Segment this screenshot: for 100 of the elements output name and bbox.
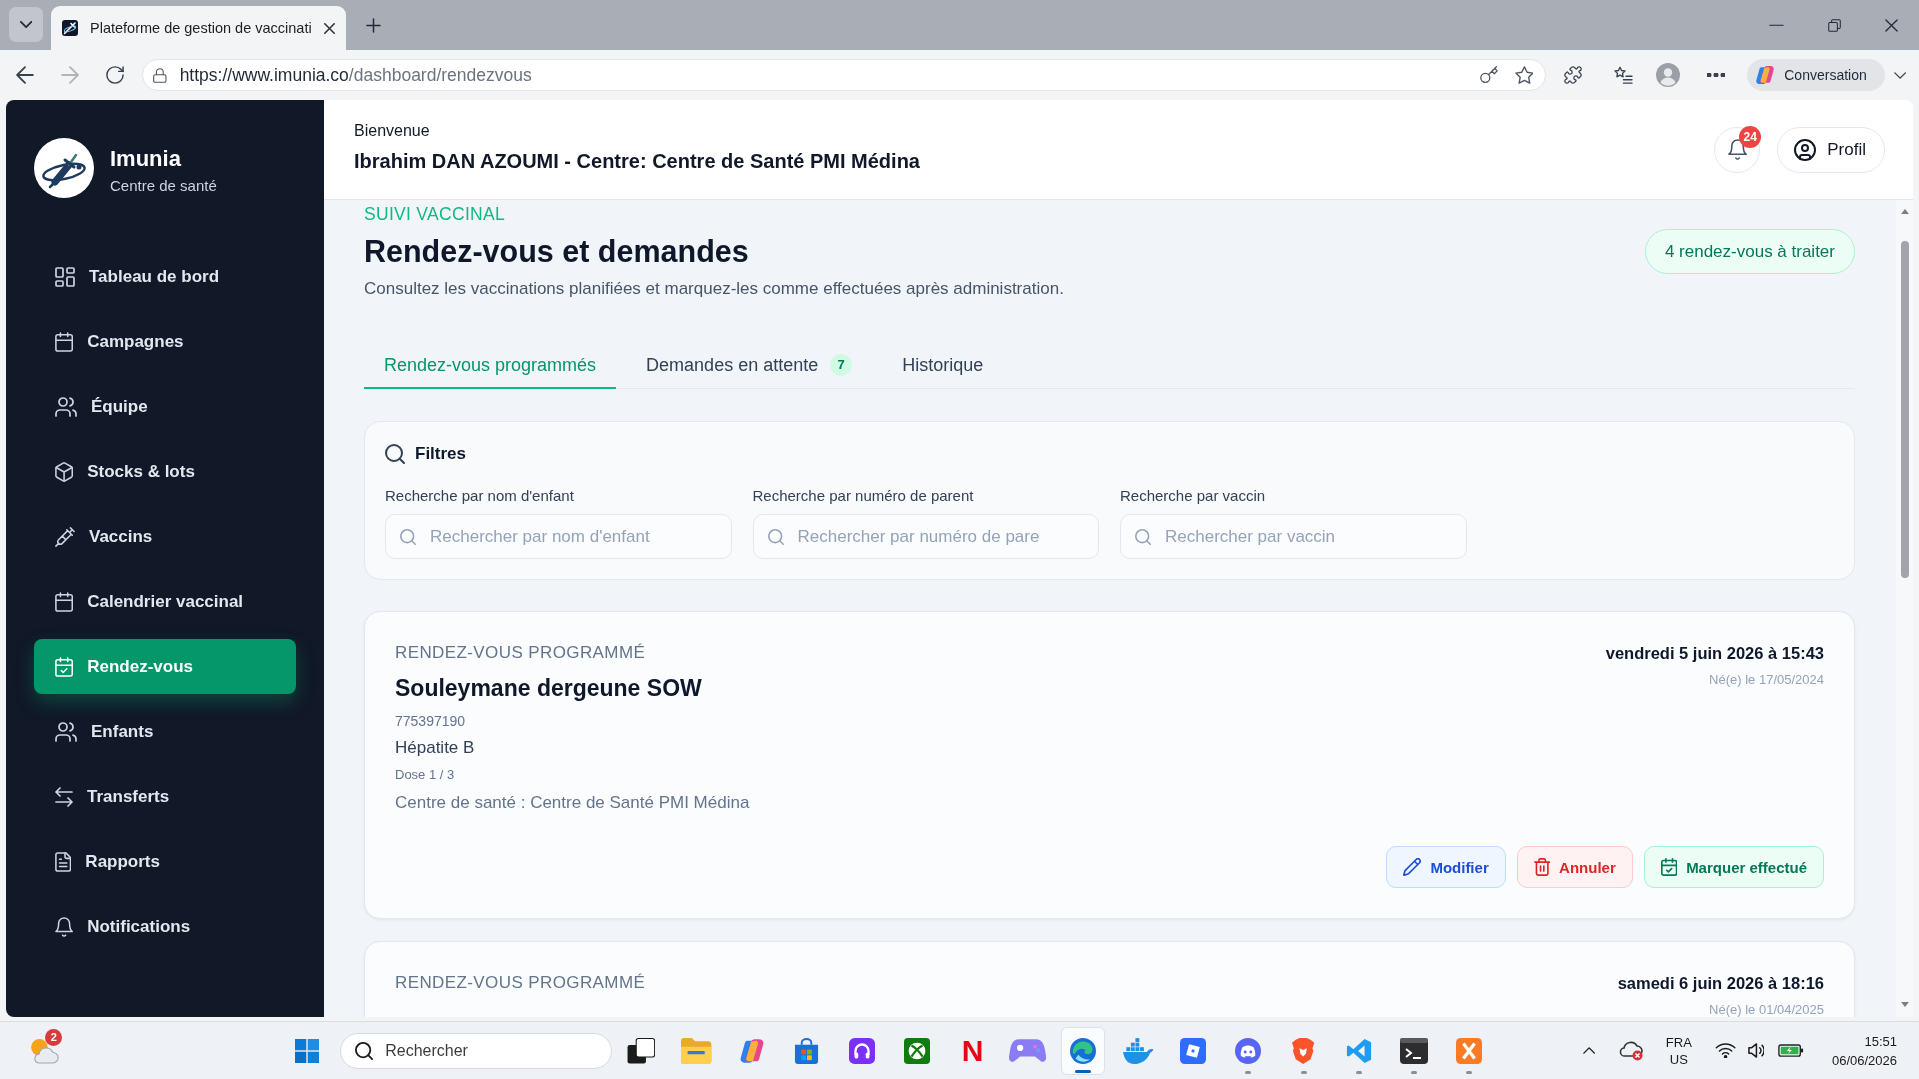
health-center: Centre de santé : Centre de Santé PMI Médina	[395, 792, 750, 814]
minimize-icon[interactable]	[1769, 23, 1784, 27]
terminal-icon[interactable]	[1400, 1037, 1428, 1064]
four-squares-icon[interactable]	[295, 1038, 319, 1063]
cross-tile-icon[interactable]	[1456, 1037, 1483, 1064]
close-icon[interactable]	[323, 22, 335, 34]
child-name: Souleymane dergeune SOW	[395, 674, 702, 702]
calendar-icon	[55, 331, 74, 352]
parent-phone: 775397190	[395, 712, 466, 730]
language-indicator[interactable]: FRA US	[1665, 1033, 1692, 1068]
chevron-down-icon	[19, 21, 33, 28]
key-icon[interactable]	[1479, 66, 1498, 84]
nav-item[interactable]: Stocks & lots	[34, 444, 296, 499]
search-field[interactable]: Rechercher par vaccin	[1120, 514, 1467, 559]
birth-date: Né(e) le 17/05/2024	[1709, 671, 1824, 689]
appointment-status: RENDEZ-VOUS PROGRAMMÉ	[395, 642, 646, 664]
more-icon[interactable]	[1707, 73, 1726, 77]
cancel-button[interactable]: Annuler	[1516, 846, 1633, 888]
close-icon[interactable]	[1885, 18, 1898, 32]
battery-icon[interactable]	[1777, 1044, 1804, 1057]
vaccine-name: Hépatite B	[395, 737, 475, 759]
section-label: SUIVI VACCINAL	[364, 204, 505, 224]
field-label: Recherche par numéro de parent	[752, 487, 974, 505]
colorful-swirl-icon[interactable]	[738, 1037, 765, 1064]
appointment-datetime: samedi 6 juin 2026 à 18:16	[1617, 973, 1824, 994]
folder-icon[interactable]	[681, 1037, 712, 1064]
field-label: Recherche par nom d'enfant	[385, 487, 574, 505]
search-field[interactable]: Rechercher par nom d'enfant	[385, 514, 732, 559]
edit-button[interactable]: Modifier	[1386, 846, 1506, 888]
ribbon-icon[interactable]	[1345, 1037, 1372, 1064]
shield-icon[interactable]	[1292, 1037, 1315, 1064]
favorites-icon[interactable]	[1614, 66, 1634, 84]
star-icon[interactable]	[1514, 66, 1534, 84]
profile-button[interactable]: Profil	[1777, 126, 1885, 173]
logo-icon	[34, 138, 94, 198]
pending-count-badge: 4 rendez-vous à traiter	[1644, 229, 1855, 274]
search-field[interactable]: Rechercher	[340, 1032, 613, 1069]
cloud-error-icon[interactable]	[1617, 1040, 1644, 1061]
whale-icon[interactable]	[1121, 1037, 1155, 1064]
headphones-tile-icon[interactable]	[849, 1037, 876, 1064]
nav-item[interactable]: Transferts	[34, 769, 296, 824]
tab[interactable]: Historique	[882, 342, 1004, 389]
overlapping-squares-icon[interactable]	[627, 1037, 656, 1064]
grid-icon	[55, 266, 75, 287]
round-face-icon[interactable]	[1235, 1037, 1262, 1064]
user-center-title: Ibrahim DAN AZOUMI - Centre: Centre de Santé PMI Médina	[354, 149, 920, 174]
field-label: Recherche par vaccin	[1120, 487, 1266, 505]
filters-title: Filtres	[415, 443, 467, 465]
scrollbar[interactable]	[1896, 200, 1913, 1017]
page-description: Consultez les vaccinations planifiées et marquez-les comme effectuées après administration.	[364, 279, 1064, 299]
scrollbar-thumb[interactable]	[1900, 241, 1909, 578]
nav-item[interactable]: Rapports	[34, 834, 296, 889]
app-letter-logo[interactable]: N	[961, 1035, 984, 1066]
arrows-icon	[55, 786, 73, 807]
search-icon	[1135, 528, 1151, 545]
address-field[interactable]: https://www.imunia.co/dashboard/rendezvous	[142, 59, 1547, 91]
user-circle-icon	[1794, 138, 1817, 161]
wifi-icon[interactable]	[1714, 1043, 1736, 1058]
page-title: Rendez-vous et demandes	[364, 233, 749, 269]
nav-item[interactable]: Vaccins	[34, 509, 296, 564]
calendar-check-icon	[55, 656, 74, 677]
conversation-button[interactable]: Conversation	[1747, 59, 1885, 91]
nav-item[interactable]: Équipe	[34, 379, 296, 434]
box-icon	[55, 461, 74, 482]
tab-list-button[interactable]	[9, 7, 43, 42]
chevron-up-icon[interactable]	[1582, 1047, 1595, 1054]
wave-circle-icon	[1069, 1037, 1096, 1064]
search-icon	[767, 528, 784, 545]
nav-item[interactable]: Calendrier vaccinal	[34, 574, 296, 629]
lock-icon[interactable]	[153, 67, 167, 83]
shopping-bag-icon[interactable]	[794, 1037, 820, 1064]
nav-item[interactable]: Rendez-vous	[34, 639, 296, 694]
brand-subtitle: Centre de santé	[110, 176, 217, 196]
arrow-left-icon[interactable]	[16, 66, 34, 84]
search-icon	[355, 1041, 374, 1060]
scroll-up-icon[interactable]	[1900, 209, 1909, 214]
scroll-down-icon[interactable]	[1900, 1002, 1909, 1007]
nav-item[interactable]: Tableau de bord	[34, 249, 296, 304]
search-field[interactable]: Rechercher par numéro de pare	[752, 514, 1099, 559]
gamepad-icon[interactable]	[1009, 1037, 1047, 1064]
birth-date: Né(e) le 01/04/2025	[1709, 1001, 1824, 1017]
welcome-label: Bienvenue	[354, 121, 430, 141]
notifications-button[interactable]: 24	[1714, 126, 1761, 173]
browser-tab[interactable]: Plateforme de gestion de vaccinati	[51, 6, 346, 50]
plus-icon[interactable]	[365, 17, 381, 33]
restore-icon[interactable]	[1828, 18, 1841, 32]
taskbar-clock[interactable]: 15:51 06/06/2026	[1831, 1031, 1897, 1070]
puzzle-icon[interactable]	[1564, 66, 1583, 84]
tilted-square-icon[interactable]	[1180, 1037, 1207, 1064]
nav-item[interactable]: Notifications	[34, 899, 296, 954]
speaker-icon[interactable]	[1748, 1043, 1764, 1058]
tab[interactable]: Rendez-vous programmés	[364, 342, 617, 389]
mark-done-button[interactable]: Marquer effectué	[1643, 846, 1824, 888]
nav-item[interactable]: Campagnes	[34, 314, 296, 369]
tab[interactable]: Demandes en attente 7	[626, 342, 873, 389]
bell-icon	[55, 916, 74, 937]
taskbar-button[interactable]	[1060, 1026, 1105, 1075]
nav-item[interactable]: Enfants	[34, 704, 296, 759]
reload-icon[interactable]	[106, 66, 124, 84]
chevron-down-icon[interactable]	[1893, 71, 1906, 79]
